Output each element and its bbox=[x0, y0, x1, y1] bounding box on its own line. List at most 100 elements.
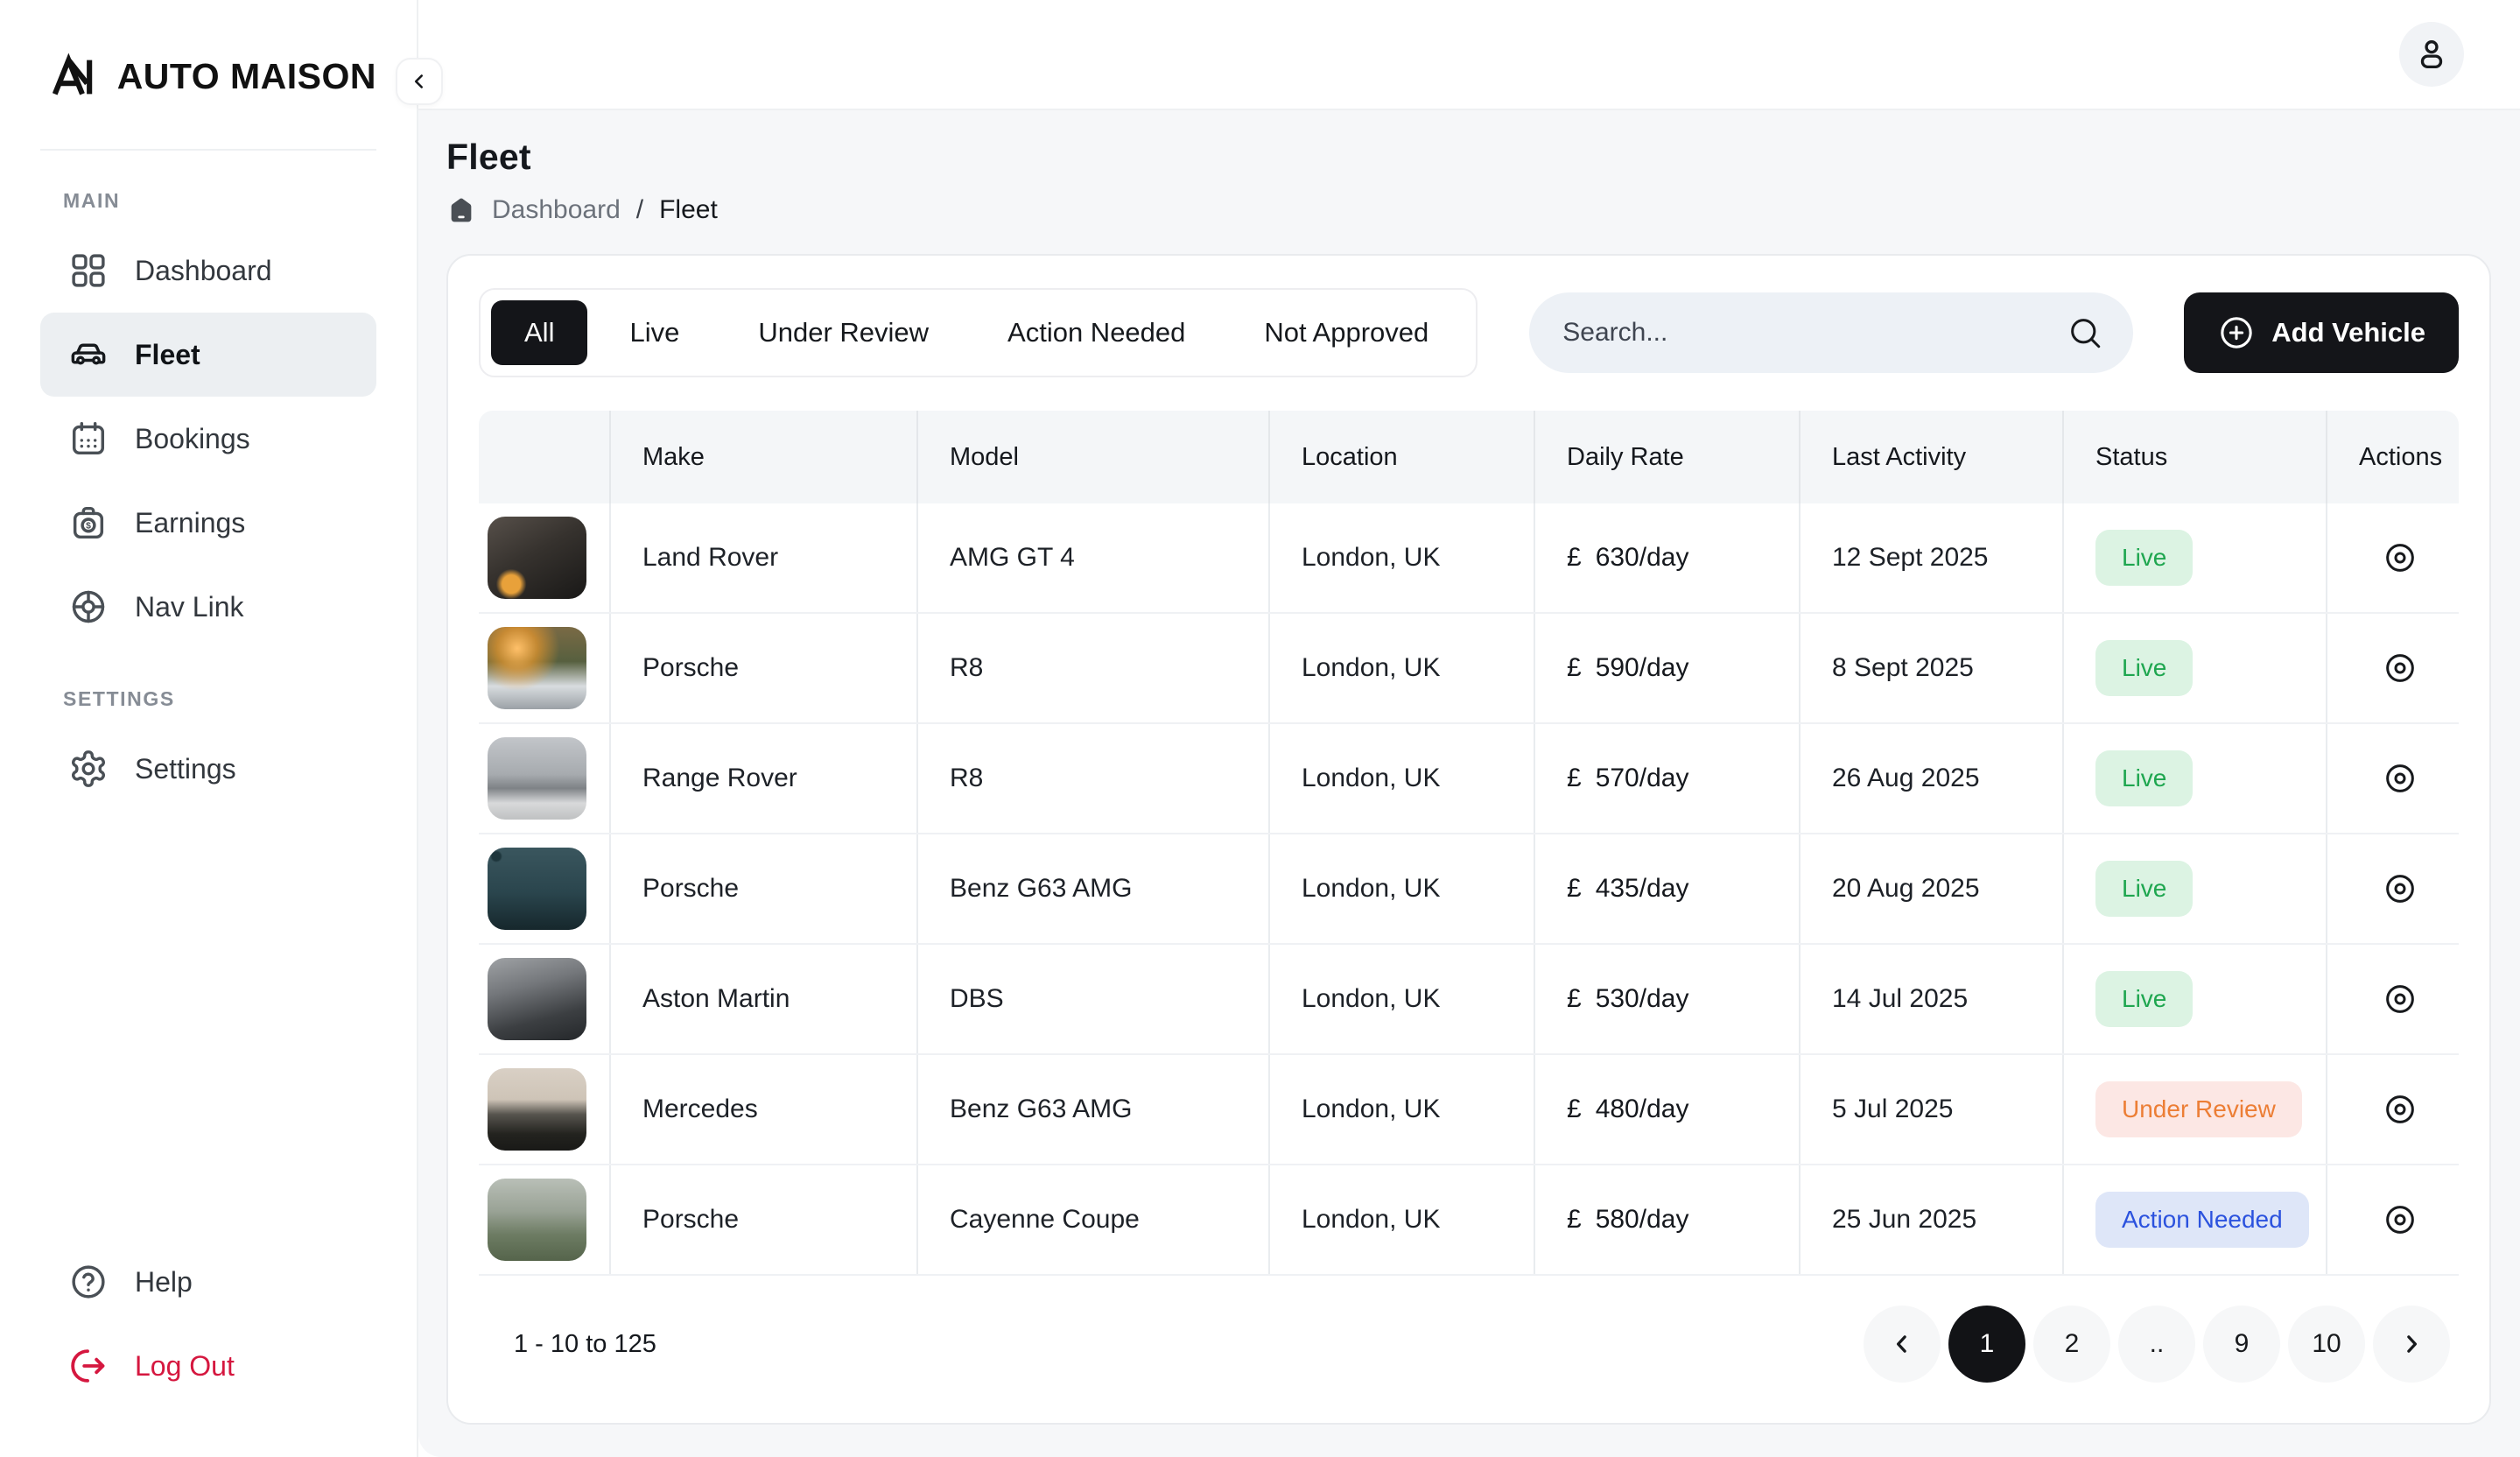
currency-symbol: £ bbox=[1567, 543, 1582, 573]
sidebar-item-label: Dashboard bbox=[135, 255, 272, 287]
rate-value: 570/day bbox=[1596, 764, 1689, 793]
cell-make: Porsche bbox=[609, 614, 916, 722]
cell-daily-rate: £435/day bbox=[1567, 874, 1688, 904]
content-panel: Fleet Dashboard / Fleet All Live bbox=[418, 110, 2520, 1457]
view-vehicle-button[interactable] bbox=[2380, 1089, 2420, 1130]
sidebar-item-earnings[interactable]: $ Earnings bbox=[40, 481, 376, 565]
search-bar bbox=[1529, 292, 2133, 373]
help-icon bbox=[68, 1262, 109, 1302]
pagination-page-..[interactable]: .. bbox=[2118, 1306, 2195, 1383]
table-row[interactable]: Porsche Cayenne Coupe London, UK £580/da… bbox=[479, 1165, 2459, 1276]
logout-icon bbox=[68, 1346, 109, 1386]
add-vehicle-button[interactable]: Add Vehicle bbox=[2184, 292, 2459, 373]
tab-live[interactable]: Live bbox=[593, 300, 716, 365]
page-title: Fleet bbox=[446, 137, 2491, 178]
cell-last-activity: 20 Aug 2025 bbox=[1799, 834, 2062, 943]
view-vehicle-button[interactable] bbox=[2380, 758, 2420, 799]
eye-icon bbox=[2383, 1202, 2418, 1237]
topbar bbox=[418, 0, 2520, 110]
cell-last-activity: 8 Sept 2025 bbox=[1799, 614, 2062, 722]
cell-location: London, UK bbox=[1268, 614, 1534, 722]
view-vehicle-button[interactable] bbox=[2380, 648, 2420, 688]
pagination: 12..910 bbox=[1864, 1306, 2450, 1383]
sidebar-item-help[interactable]: Help bbox=[40, 1240, 376, 1324]
pagination-page-1[interactable]: 1 bbox=[1948, 1306, 2025, 1383]
table-row[interactable]: Mercedes Benz G63 AMG London, UK £480/da… bbox=[479, 1055, 2459, 1165]
status-badge: Live bbox=[2095, 861, 2193, 917]
status-badge: Under Review bbox=[2095, 1081, 2302, 1137]
user-icon bbox=[2413, 36, 2450, 73]
column-header-thumb bbox=[479, 411, 609, 503]
table-row[interactable]: Porsche Benz G63 AMG London, UK £435/day… bbox=[479, 834, 2459, 945]
sidebar-item-fleet[interactable]: Fleet bbox=[40, 313, 376, 397]
view-vehicle-button[interactable] bbox=[2380, 1200, 2420, 1240]
column-header-actions: Actions bbox=[2326, 411, 2464, 503]
sidebar-collapse-button[interactable] bbox=[396, 58, 443, 105]
pagination-page-2[interactable]: 2 bbox=[2033, 1306, 2110, 1383]
rate-value: 630/day bbox=[1596, 543, 1689, 573]
view-vehicle-button[interactable] bbox=[2380, 538, 2420, 578]
table-footer: 1 - 10 to 125 12..910 bbox=[479, 1276, 2459, 1423]
cell-make: Land Rover bbox=[609, 503, 916, 612]
vehicle-thumbnail bbox=[488, 627, 586, 709]
add-vehicle-label: Add Vehicle bbox=[2271, 317, 2425, 348]
eye-icon bbox=[2383, 982, 2418, 1017]
table-body: Land Rover AMG GT 4 London, UK £630/day … bbox=[479, 503, 2459, 1276]
view-vehicle-button[interactable] bbox=[2380, 869, 2420, 909]
sidebar-item-settings[interactable]: Settings bbox=[40, 727, 376, 811]
view-vehicle-button[interactable] bbox=[2380, 979, 2420, 1019]
search-input[interactable] bbox=[1562, 318, 2067, 348]
results-range: 1 - 10 to 125 bbox=[514, 1330, 656, 1359]
tab-all[interactable]: All bbox=[491, 300, 587, 365]
cell-location: London, UK bbox=[1268, 1055, 1534, 1164]
pagination-next-button[interactable] bbox=[2373, 1306, 2450, 1383]
vehicle-thumbnail bbox=[488, 958, 586, 1040]
pagination-page-10[interactable]: 10 bbox=[2288, 1306, 2365, 1383]
sidebar-item-logout[interactable]: Log Out bbox=[40, 1324, 376, 1408]
rate-value: 480/day bbox=[1596, 1095, 1689, 1124]
cell-location: London, UK bbox=[1268, 724, 1534, 833]
breadcrumb-separator: / bbox=[636, 195, 643, 225]
sidebar-item-label: Fleet bbox=[135, 339, 200, 371]
eye-icon bbox=[2383, 761, 2418, 796]
column-header-model: Model bbox=[916, 411, 1268, 503]
currency-symbol: £ bbox=[1567, 764, 1582, 793]
tab-not-approved[interactable]: Not Approved bbox=[1227, 300, 1465, 365]
vehicle-thumbnail bbox=[488, 737, 586, 820]
cell-last-activity: 5 Jul 2025 bbox=[1799, 1055, 2062, 1164]
breadcrumb-parent[interactable]: Dashboard bbox=[492, 195, 621, 225]
column-header-location: Location bbox=[1268, 411, 1534, 503]
table-row[interactable]: Land Rover AMG GT 4 London, UK £630/day … bbox=[479, 503, 2459, 614]
sidebar-item-dashboard[interactable]: Dashboard bbox=[40, 229, 376, 313]
table-row[interactable]: Aston Martin DBS London, UK £530/day 14 … bbox=[479, 945, 2459, 1055]
column-header-make: Make bbox=[609, 411, 916, 503]
dashboard-icon bbox=[68, 250, 109, 291]
status-badge: Live bbox=[2095, 750, 2193, 806]
currency-symbol: £ bbox=[1567, 874, 1582, 904]
tab-under-review[interactable]: Under Review bbox=[721, 300, 965, 365]
rate-value: 530/day bbox=[1596, 984, 1689, 1014]
wheel-icon bbox=[68, 587, 109, 627]
column-header-status: Status bbox=[2062, 411, 2326, 503]
eye-icon bbox=[2383, 1092, 2418, 1127]
eye-icon bbox=[2383, 540, 2418, 575]
sidebar-item-bookings[interactable]: Bookings bbox=[40, 397, 376, 481]
cell-model: R8 bbox=[916, 614, 1268, 722]
user-avatar-button[interactable] bbox=[2399, 22, 2464, 87]
home-icon bbox=[446, 195, 476, 225]
pagination-page-9[interactable]: 9 bbox=[2203, 1306, 2280, 1383]
sidebar-item-nav-link[interactable]: Nav Link bbox=[40, 565, 376, 649]
tab-action-needed[interactable]: Action Needed bbox=[971, 300, 1222, 365]
currency-symbol: £ bbox=[1567, 984, 1582, 1014]
status-badge: Live bbox=[2095, 640, 2193, 696]
pagination-prev-button[interactable] bbox=[1864, 1306, 1941, 1383]
cell-location: London, UK bbox=[1268, 945, 1534, 1053]
sidebar-item-label: Log Out bbox=[135, 1350, 235, 1383]
column-header-daily-rate: Daily Rate bbox=[1534, 411, 1799, 503]
cell-daily-rate: £530/day bbox=[1567, 984, 1688, 1014]
table-row[interactable]: Range Rover R8 London, UK £570/day 26 Au… bbox=[479, 724, 2459, 834]
cell-make: Mercedes bbox=[609, 1055, 916, 1164]
plus-circle-icon bbox=[2217, 313, 2256, 352]
sidebar-item-label: Settings bbox=[135, 753, 236, 785]
table-row[interactable]: Porsche R8 London, UK £590/day 8 Sept 20… bbox=[479, 614, 2459, 724]
